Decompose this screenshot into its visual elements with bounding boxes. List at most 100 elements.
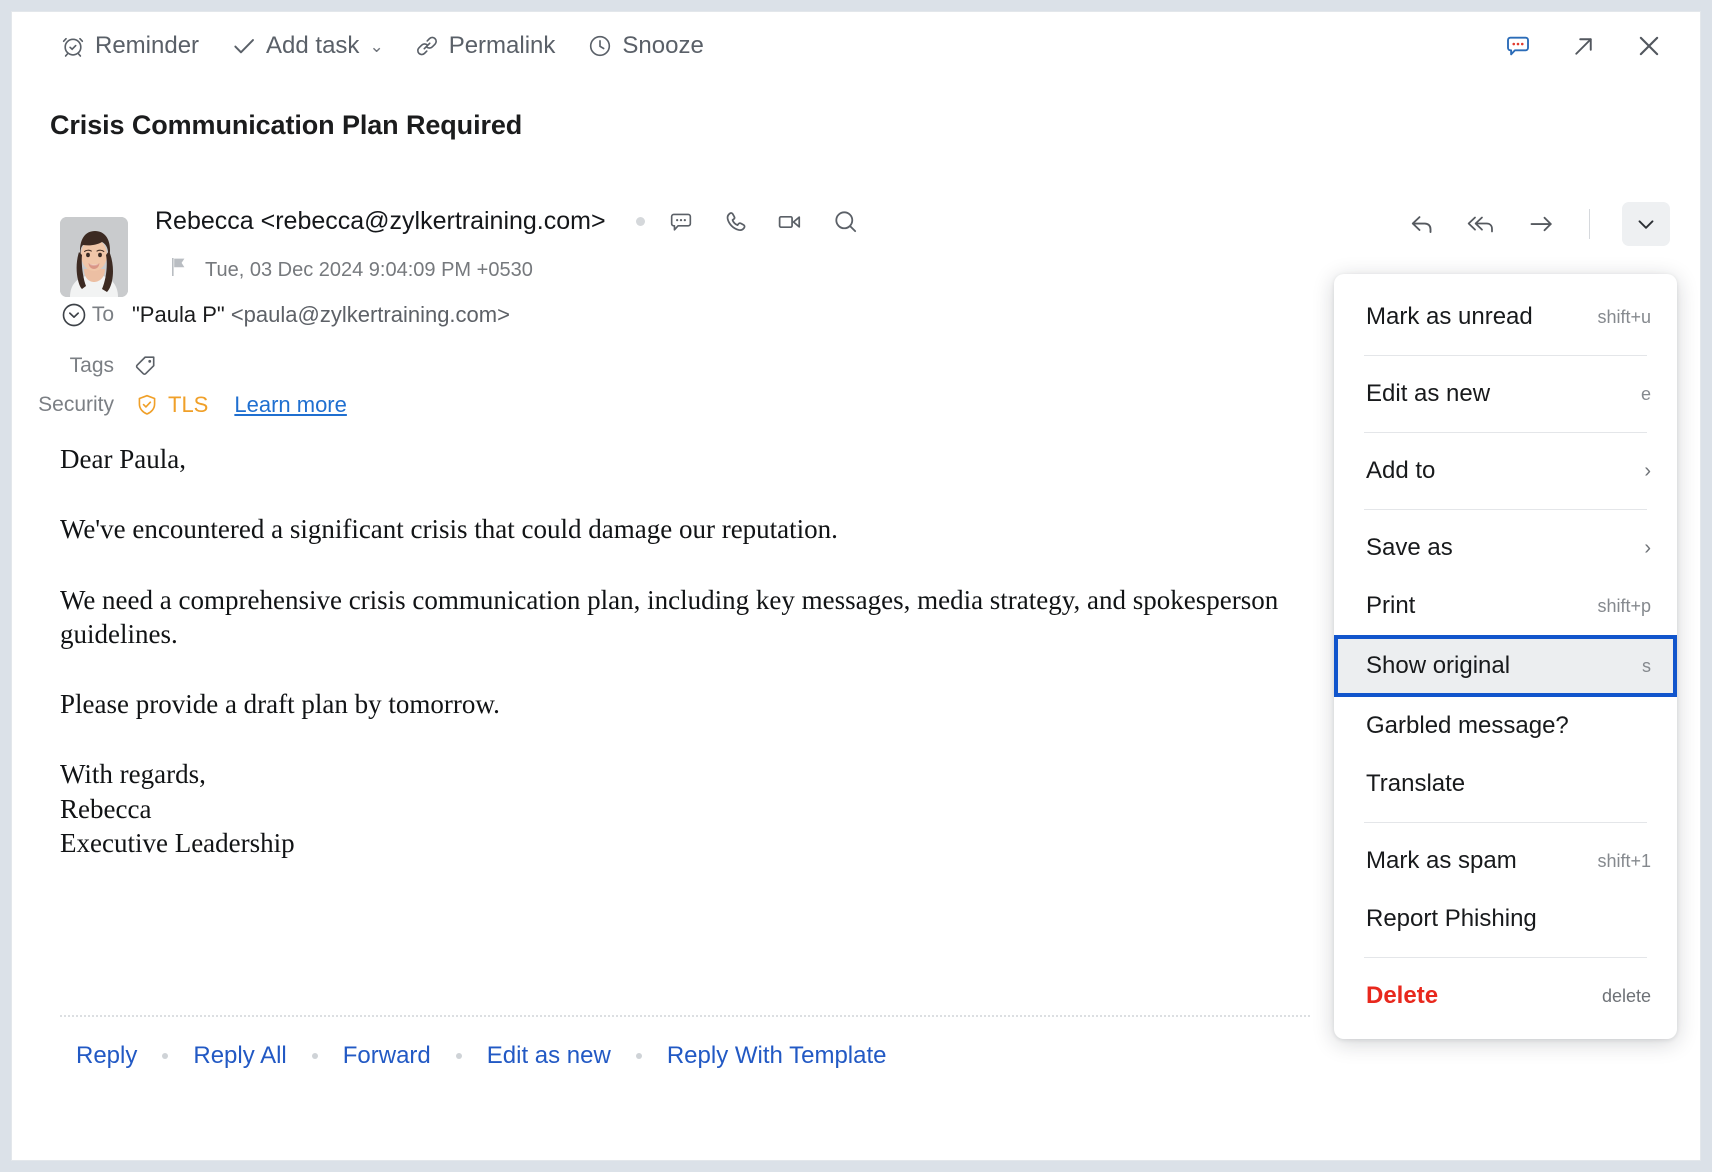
menu-item-save-as[interactable]: Save as ›	[1334, 519, 1677, 577]
to-value[interactable]: "Paula P" <paula@zylkertraining.com>	[132, 302, 510, 328]
top-toolbar: Reminder Add task ⌄	[12, 12, 1700, 80]
add-task-label: Add task	[266, 32, 359, 60]
learn-more-link[interactable]: Learn more	[234, 392, 347, 418]
menu-item-label: Translate	[1366, 770, 1465, 798]
menu-item-shortcut: s	[1642, 656, 1651, 677]
menu-item-show-original[interactable]: Show original s	[1334, 635, 1677, 697]
reminder-button[interactable]: Reminder	[60, 32, 199, 60]
more-actions-chevron-button[interactable]	[1622, 202, 1670, 246]
menu-item-shortcut: delete	[1602, 986, 1651, 1007]
menu-separator	[1364, 509, 1647, 510]
forward-link[interactable]: Forward	[343, 1042, 431, 1070]
to-email-address: <paula@zylkertraining.com>	[231, 302, 510, 327]
check-icon	[231, 33, 257, 59]
comment-bubble-icon[interactable]	[1503, 31, 1533, 61]
snooze-button[interactable]: Snooze	[587, 32, 703, 60]
more-actions-menu: Mark as unread shift+u Edit as new e Add to›…	[1334, 274, 1677, 1039]
link-separator-dot	[456, 1053, 462, 1059]
link-separator-dot	[162, 1053, 168, 1059]
to-row: To "Paula P" <paula@zylkertraining.com>	[12, 302, 510, 328]
message-actions	[1407, 202, 1670, 246]
message-body: Dear Paula, We've encountered a signific…	[60, 442, 1345, 860]
menu-item-garbled-message[interactable]: Garbled message?	[1334, 697, 1677, 755]
body-paragraph: Please provide a draft plan by tomorrow.	[60, 687, 1345, 721]
menu-item-shortcut: shift+u	[1597, 307, 1651, 328]
menu-item-shortcut: e	[1641, 384, 1651, 405]
menu-separator	[1364, 957, 1647, 958]
menu-item-label: Save as	[1366, 534, 1453, 562]
menu-item-mark-as-unread[interactable]: Mark as unread shift+u	[1334, 288, 1677, 346]
menu-separator	[1364, 822, 1647, 823]
phone-icon[interactable]	[721, 208, 749, 236]
chevron-right-icon: ›	[1644, 538, 1651, 558]
footer-separator	[60, 1015, 1310, 1017]
menu-item-label: Mark as spam	[1366, 847, 1517, 875]
menu-item-label: Print	[1366, 592, 1415, 620]
reply-all-link[interactable]: Reply All	[193, 1042, 286, 1070]
alarm-clock-icon	[60, 33, 86, 59]
action-divider	[1589, 209, 1590, 239]
flag-icon[interactable]	[167, 255, 189, 285]
message-date-row: Tue, 03 Dec 2024 9:04:09 PM +0530	[167, 255, 533, 285]
sender-row: Rebecca <rebecca@zylkertraining.com>	[155, 207, 886, 236]
security-label: Security	[12, 393, 132, 417]
reply-link[interactable]: Reply	[76, 1042, 137, 1070]
add-task-button[interactable]: Add task	[231, 32, 359, 60]
chevron-right-icon: ›	[1644, 461, 1651, 481]
pop-out-icon[interactable]	[1569, 32, 1598, 61]
footer-actions: Reply Reply All Forward Edit as new Repl…	[76, 1042, 887, 1070]
security-row: Security TLS Learn more	[12, 392, 347, 418]
reply-icon[interactable]	[1407, 209, 1437, 239]
menu-item-report-phishing[interactable]: Report Phishing	[1334, 890, 1677, 948]
add-task-dropdown-caret[interactable]: ⌄	[369, 38, 383, 55]
signature-line: Executive Leadership	[60, 826, 1345, 860]
body-paragraph: We need a comprehensive crisis communica…	[60, 583, 1345, 652]
edit-as-new-link[interactable]: Edit as new	[487, 1042, 611, 1070]
reply-all-icon[interactable]	[1465, 209, 1498, 239]
toolbar-right-icons	[1503, 12, 1664, 80]
menu-separator	[1364, 432, 1647, 433]
tag-icon[interactable]	[132, 352, 160, 380]
menu-item-translate[interactable]: Translate	[1334, 755, 1677, 813]
tags-label: Tags	[12, 354, 132, 378]
link-separator-dot	[636, 1053, 642, 1059]
shield-check-icon	[134, 392, 160, 418]
menu-item-edit-as-new[interactable]: Edit as new e	[1334, 365, 1677, 423]
close-icon[interactable]	[1634, 31, 1664, 61]
reply-with-template-link[interactable]: Reply With Template	[667, 1042, 887, 1070]
reminder-label: Reminder	[95, 32, 199, 60]
menu-item-delete[interactable]: Delete delete	[1334, 967, 1677, 1025]
forward-icon[interactable]	[1526, 209, 1557, 239]
sender-name[interactable]: Rebecca <rebecca@zylkertraining.com>	[155, 207, 606, 236]
to-display-name: "Paula P"	[132, 302, 225, 327]
menu-item-print[interactable]: Print shift+p	[1334, 577, 1677, 635]
menu-separator	[1364, 355, 1647, 356]
menu-item-add-to[interactable]: Add to›	[1334, 442, 1677, 500]
avatar[interactable]	[60, 217, 128, 297]
video-icon[interactable]	[775, 208, 805, 236]
search-icon[interactable]	[831, 207, 860, 236]
body-paragraph: Dear Paula,	[60, 442, 1345, 476]
signature-line: Rebecca	[60, 792, 1345, 826]
permalink-button[interactable]: Permalink	[414, 32, 556, 60]
security-value: TLS	[168, 392, 208, 418]
email-reader-window: Reminder Add task ⌄	[11, 11, 1701, 1161]
message-date: Tue, 03 Dec 2024 9:04:09 PM +0530	[205, 259, 533, 282]
menu-item-label: Delete	[1366, 982, 1438, 1010]
menu-item-mark-as-spam[interactable]: Mark as spamshift+1	[1334, 832, 1677, 890]
menu-item-shortcut: shift+p	[1597, 596, 1651, 617]
menu-item-label: Edit as new	[1366, 380, 1490, 408]
permalink-label: Permalink	[449, 32, 556, 60]
chat-icon[interactable]	[667, 208, 695, 236]
toolbar-actions: Reminder Add task ⌄	[60, 32, 736, 60]
page-title: Crisis Communication Plan Required	[50, 110, 522, 141]
link-icon	[414, 33, 440, 59]
signature-line: With regards,	[60, 757, 1345, 791]
presence-dot	[636, 217, 645, 226]
clock-icon	[587, 33, 613, 59]
link-separator-dot	[312, 1053, 318, 1059]
menu-item-label: Garbled message?	[1366, 712, 1569, 740]
menu-item-label: Show original	[1366, 652, 1510, 680]
menu-item-label: Mark as unread	[1366, 303, 1533, 331]
body-paragraph: We've encountered a significant crisis t…	[60, 512, 1345, 546]
